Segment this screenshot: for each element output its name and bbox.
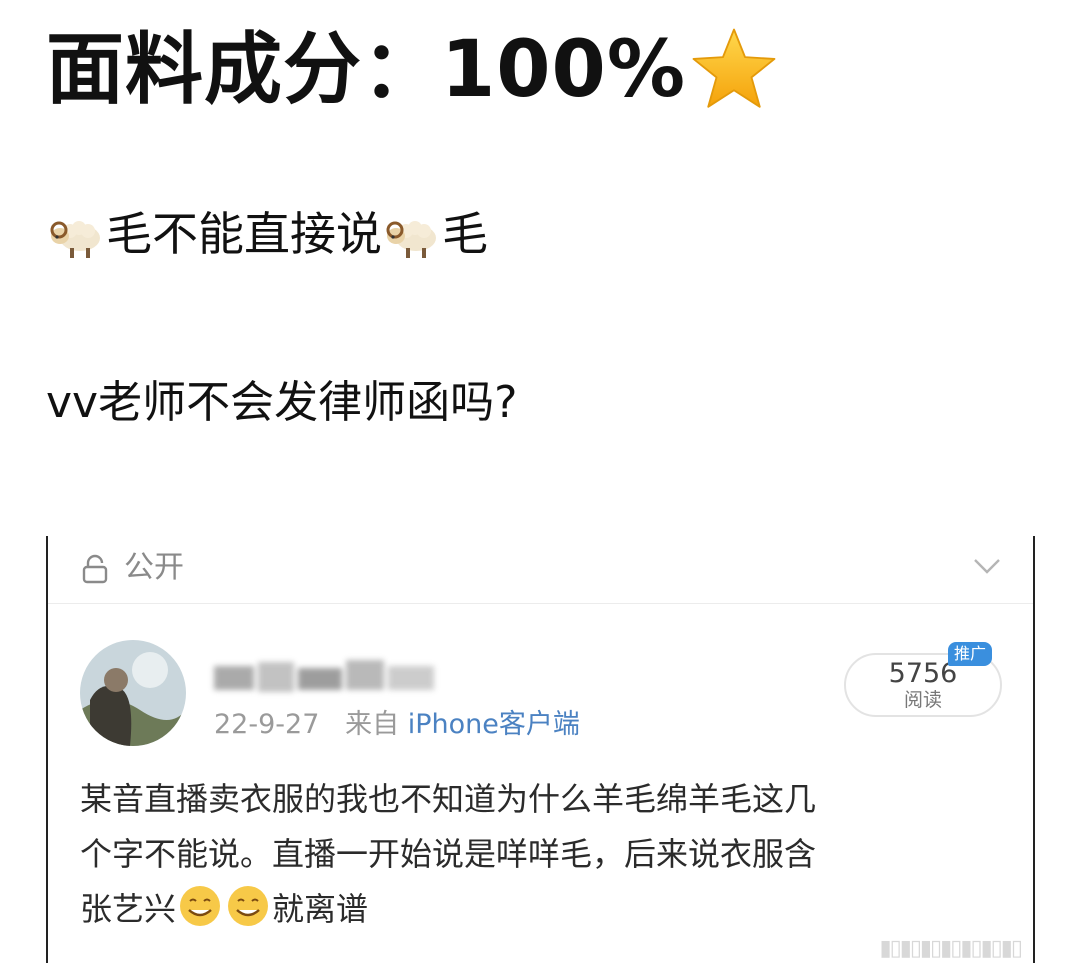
smile-emoji-icon — [228, 886, 269, 926]
ram-icon — [50, 221, 100, 258]
username-blurred — [214, 660, 434, 692]
visibility-label: 公开 — [124, 550, 184, 585]
smile-emoji-icon — [180, 886, 221, 926]
source-prefix: 来自 — [345, 709, 400, 740]
ram-icon — [386, 221, 436, 258]
post-text-segment: 就离谱 — [272, 890, 369, 928]
watermark: ▮▯▮▯▮▯▮▯▮▯▮▯▮▯ — [879, 936, 1023, 961]
avatar[interactable] — [80, 640, 186, 746]
embedded-screenshot: 公开 22-9-27 来自 iPhone客户端 5756 阅读 推广 某音直播卖… — [46, 536, 1035, 963]
post-text-segment: 张艺兴 — [80, 890, 177, 928]
headline-text: 面料成分：100% — [46, 25, 686, 115]
star-icon — [692, 28, 776, 108]
visibility-bar[interactable]: 公开 — [48, 536, 1033, 604]
headline: 面料成分：100% — [46, 22, 780, 118]
source-link[interactable]: iPhone客户端 — [408, 709, 580, 740]
post-line-1: 某音直播卖衣服的我也不知道为什么羊毛绵羊毛这几 — [80, 780, 817, 818]
subtitle-text-part1: 毛不能直接说 — [106, 207, 382, 261]
subtitle-line: 毛不能直接说 毛 — [46, 202, 488, 266]
question-line: vv老师不会发律师函吗? — [46, 377, 518, 428]
post-meta: 22-9-27 来自 iPhone客户端 — [214, 706, 580, 744]
subtitle-text-part2: 毛 — [442, 207, 488, 261]
lock-open-icon — [82, 554, 108, 584]
weibo-post-page: 面料成分：100% 毛不能直接说 毛 vv老师不会发律师函吗? 公开 22-9-… — [0, 0, 1079, 963]
chevron-down-icon[interactable] — [971, 550, 1003, 582]
post-line-2: 个字不能说。直播一开始说是咩咩毛，后来说衣服含 — [80, 835, 817, 873]
post-body: 某音直播卖衣服的我也不知道为什么羊毛绵羊毛这几 个字不能说。直播一开始说是咩咩毛… — [80, 772, 1000, 937]
post-date: 22-9-27 — [214, 709, 320, 740]
promo-tag[interactable]: 推广 — [948, 642, 993, 666]
read-label: 阅读 — [903, 689, 942, 711]
post-line-3: 张艺兴 就离谱 — [80, 882, 1000, 937]
